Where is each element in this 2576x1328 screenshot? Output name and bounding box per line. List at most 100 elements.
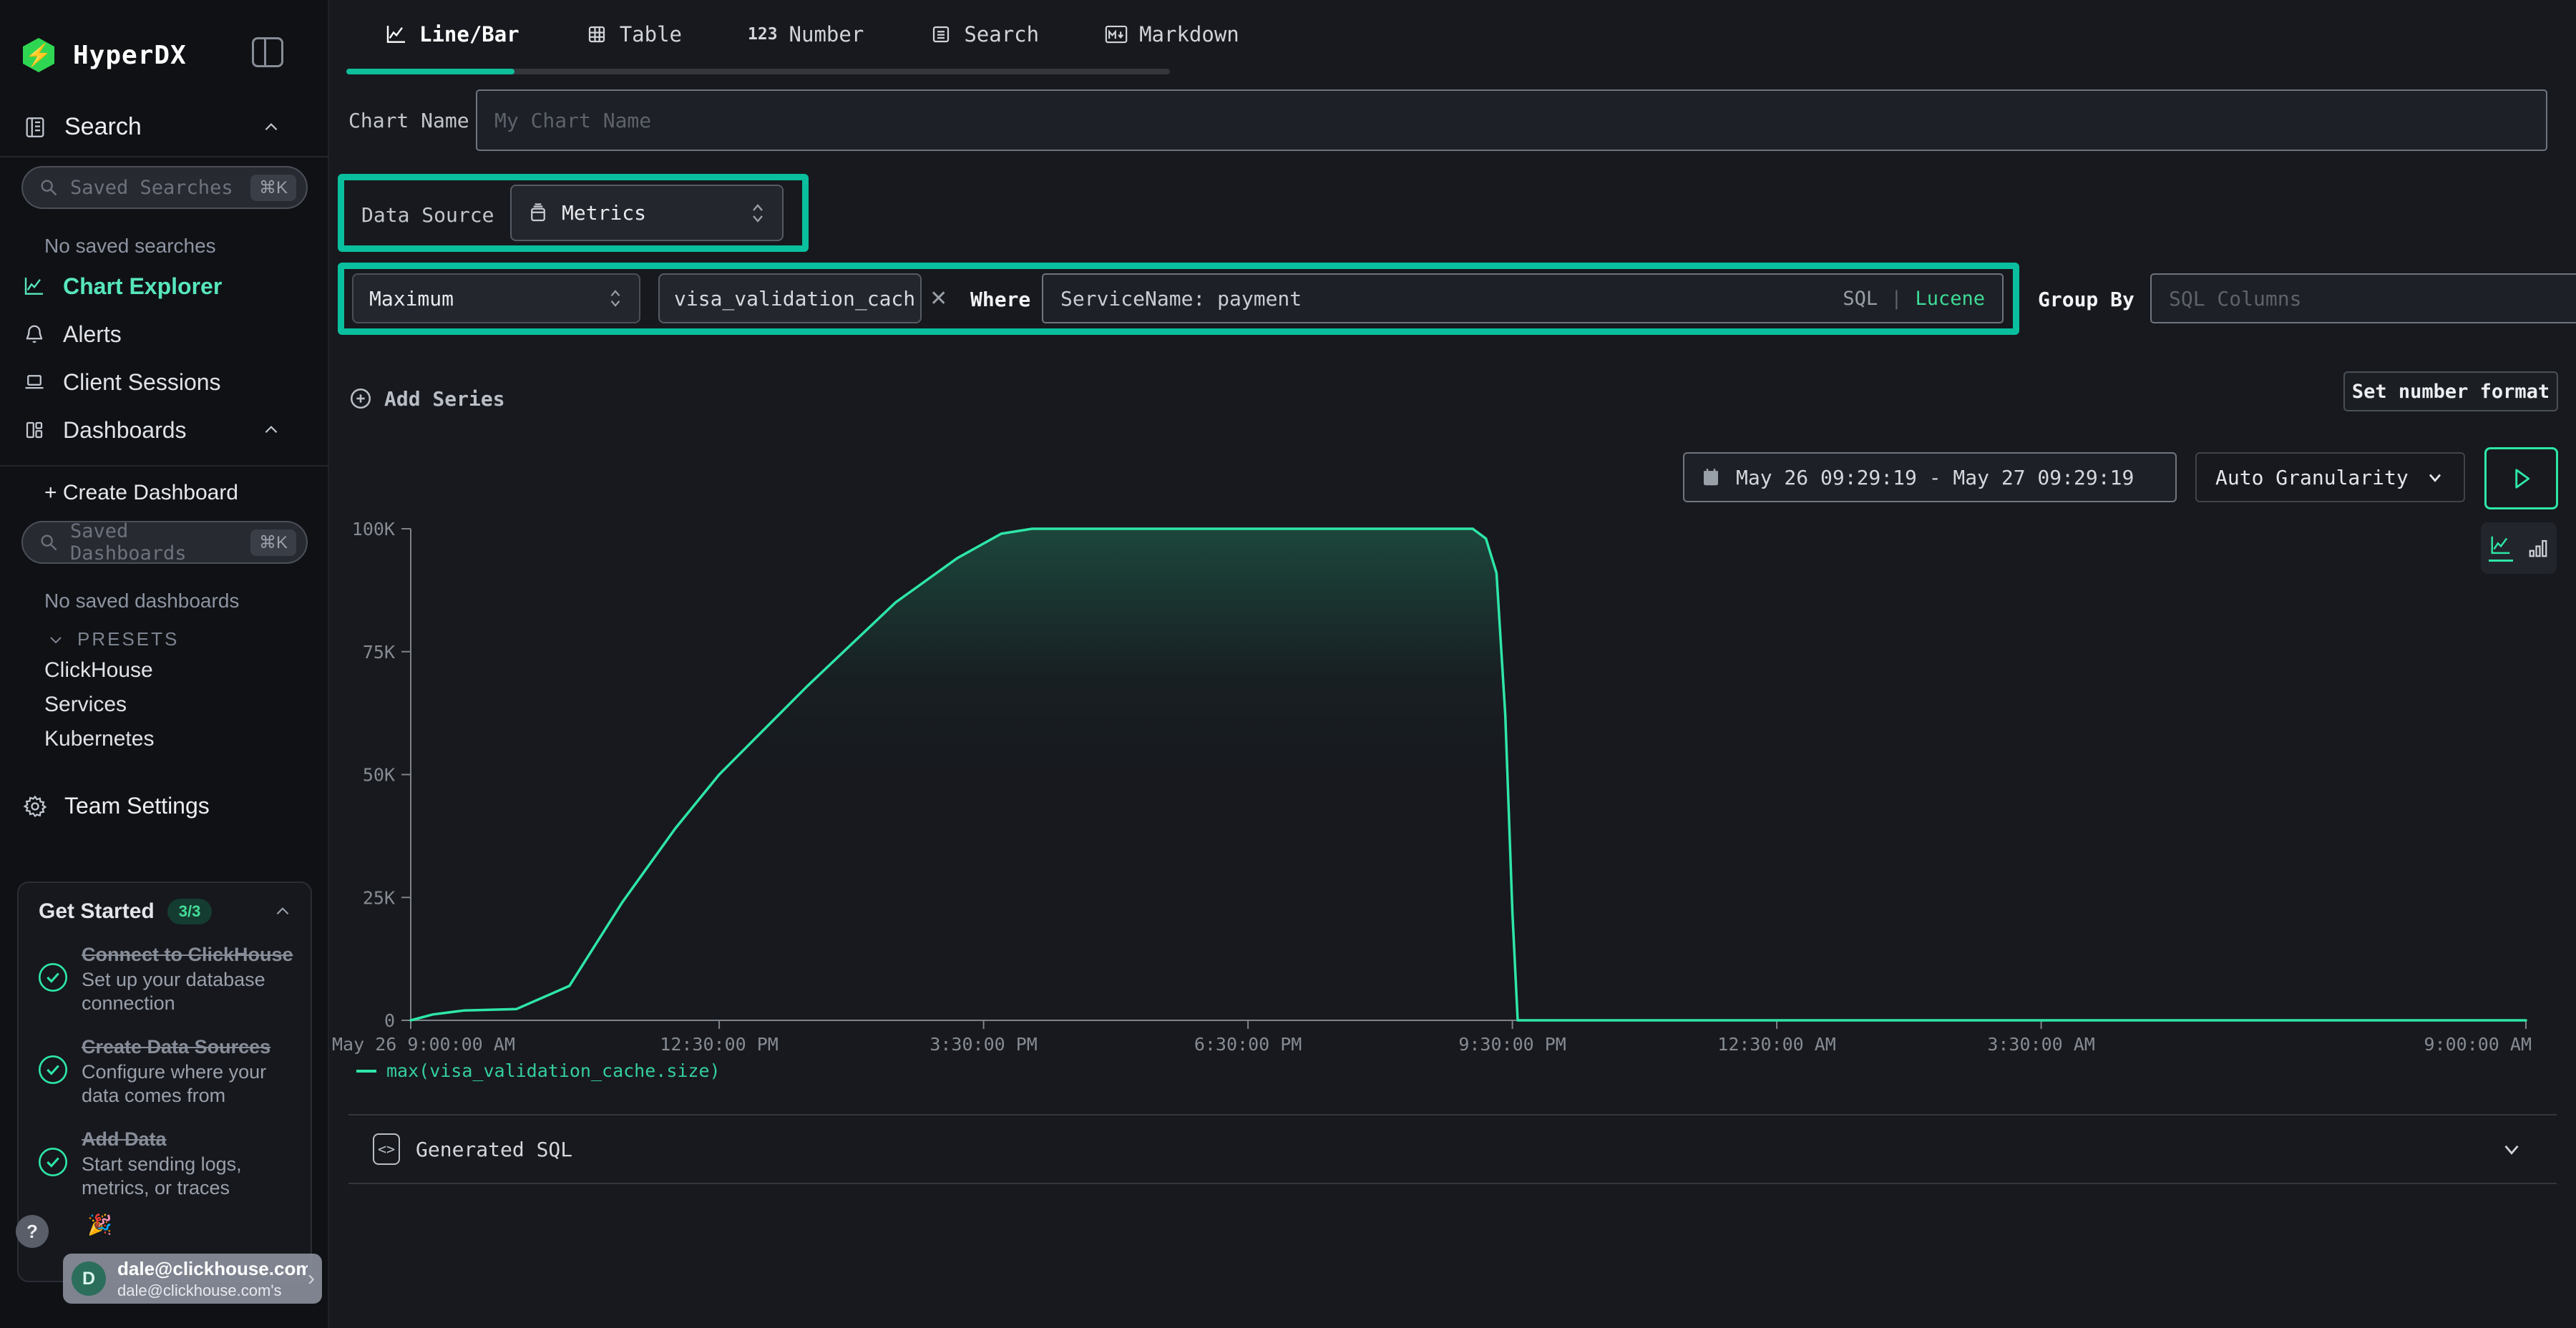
plus-circle-icon <box>348 386 373 411</box>
set-number-format-button[interactable]: Set number format <box>2343 371 2558 411</box>
tab-label: Search <box>964 22 1039 47</box>
list-icon <box>930 24 952 45</box>
play-icon <box>2511 467 2532 491</box>
get-started-item[interactable]: Add DataStart sending logs, metrics, or … <box>19 1113 311 1206</box>
get-started-card: Get Started 3/3 Connect to ClickHouseSet… <box>17 882 312 1282</box>
collapse-sidebar-icon[interactable] <box>252 37 283 67</box>
chevron-up-down-icon <box>749 202 766 224</box>
tab-bar: Line/Bar Table 123 Number Search Markdown <box>329 0 2576 72</box>
create-dashboard-button[interactable]: + Create Dashboard <box>44 481 238 505</box>
series-area-fill <box>411 529 2526 1020</box>
user-org: dale@clickhouse.com's <box>117 1281 308 1300</box>
granularity-select[interactable]: Auto Granularity <box>2195 452 2465 502</box>
y-tick-label: 0 <box>384 1010 395 1031</box>
sidebar-section-search[interactable]: Search <box>23 113 309 141</box>
tab-markdown[interactable]: Markdown <box>1105 22 1239 47</box>
chart-legend: max(visa_validation_cache.size) <box>356 1060 721 1081</box>
tab-label: Markdown <box>1139 22 1239 47</box>
check-circle-icon <box>37 962 69 993</box>
preset-item-services[interactable]: Services <box>44 693 127 717</box>
sidebar-search-label: Search <box>64 113 142 141</box>
y-tick-label: 75K <box>363 642 395 663</box>
tab-underline <box>346 69 1170 74</box>
team-settings-item[interactable]: Team Settings <box>23 793 309 819</box>
x-tick-label: 9:30:00 PM <box>1458 1034 1566 1055</box>
sidebar-item-dashboards[interactable]: Dashboards <box>23 410 309 450</box>
granularity-value: Auto Granularity <box>2215 466 2409 489</box>
close-icon[interactable]: ✕ <box>930 286 947 311</box>
calendar-icon <box>1700 467 1722 488</box>
aggregation-select[interactable]: Maximum <box>352 273 640 323</box>
chart-name-input[interactable]: My Chart Name <box>476 89 2547 151</box>
get-started-item-subtitle: Configure where your data comes from <box>82 1060 296 1108</box>
generated-sql-label: Generated SQL <box>416 1138 572 1161</box>
help-button[interactable]: ? <box>16 1215 49 1248</box>
metric-field-tag[interactable]: visa_validation_cach ✕ <box>658 273 922 323</box>
legend-swatch <box>356 1070 376 1073</box>
add-series-button[interactable]: Add Series <box>348 386 505 411</box>
active-tab-indicator <box>346 69 514 74</box>
where-input[interactable]: ServiceName: payment SQL | Lucene <box>1042 273 2004 323</box>
data-source-value: Metrics <box>562 201 646 225</box>
where-label: Where <box>970 288 1030 311</box>
add-series-label: Add Series <box>384 387 505 411</box>
tab-table[interactable]: Table <box>585 22 682 47</box>
y-tick-label: 25K <box>363 887 395 908</box>
database-icon <box>527 202 549 224</box>
main-panel: Line/BarTable123NumberSearchMarkdown Cha… <box>329 0 2576 1328</box>
app-title: HyperDX <box>73 41 187 70</box>
data-source-select[interactable]: Metrics <box>510 185 784 241</box>
group-by-placeholder: SQL Columns <box>2169 287 2301 311</box>
presets-toggle[interactable]: PRESETS <box>47 628 179 650</box>
chevron-down-icon[interactable] <box>2499 1137 2524 1161</box>
chevron-up-down-icon <box>608 288 623 308</box>
123-icon: 123 <box>748 25 778 44</box>
saved-dashboards-input[interactable]: Saved Dashboards ⌘K <box>21 521 308 564</box>
logo[interactable]: ⚡ HyperDX <box>23 37 309 73</box>
saved-dashboards-placeholder: Saved Dashboards <box>70 520 250 565</box>
tab-line-bar[interactable]: Line/Bar <box>385 22 519 47</box>
get-started-item-subtitle: Set up your database connection <box>82 968 296 1015</box>
bell-icon <box>23 323 46 345</box>
saved-searches-placeholder: Saved Searches <box>70 177 250 199</box>
x-tick-label: 12:30:00 AM <box>1717 1034 1836 1055</box>
user-menu[interactable]: D dale@clickhouse.com dale@clickhouse.co… <box>63 1254 322 1304</box>
shortcut-badge: ⌘K <box>250 175 296 201</box>
sidebar-item-alerts[interactable]: Alerts <box>23 314 309 354</box>
sidebar-item-client-sessions[interactable]: Client Sessions <box>23 362 309 402</box>
x-tick-label: May 26 9:00:00 AM <box>332 1034 515 1055</box>
date-range-picker[interactable]: May 26 09:29:19 - May 27 09:29:19 <box>1683 452 2177 502</box>
x-tick-label: 3:30:00 PM <box>930 1034 1038 1055</box>
preset-item-clickhouse[interactable]: ClickHouse <box>44 658 153 683</box>
sidebar-item-label: Client Sessions <box>63 369 221 396</box>
sidebar-item-label: Dashboards <box>63 417 187 444</box>
chevron-up-icon[interactable] <box>273 902 292 921</box>
preset-item-kubernetes[interactable]: Kubernetes <box>44 727 154 751</box>
tab-label: Line/Bar <box>419 22 519 47</box>
saved-searches-input[interactable]: Saved Searches ⌘K <box>21 166 308 209</box>
group-by-input[interactable]: SQL Columns <box>2150 273 2576 323</box>
table-icon <box>585 24 608 45</box>
tab-number[interactable]: 123 Number <box>748 22 864 47</box>
tab-search[interactable]: Search <box>930 22 1039 47</box>
sql-mode-toggle[interactable]: SQL <box>1843 288 1878 310</box>
chart-name-placeholder: My Chart Name <box>494 109 651 132</box>
chevron-down-icon <box>47 631 64 648</box>
get-started-item[interactable]: Connect to ClickHouseSet up your databas… <box>19 929 311 1021</box>
shortcut-badge: ⌘K <box>250 529 296 556</box>
data-source-label: Data Source <box>361 203 494 227</box>
chart-icon <box>385 24 408 45</box>
x-tick-label: 3:30:00 AM <box>1987 1034 2095 1055</box>
search-icon <box>39 532 59 552</box>
get-started-item-title: Add Data <box>82 1128 296 1151</box>
generated-sql-section[interactable]: <> Generated SQL <box>348 1114 2557 1184</box>
sidebar-item-chart-explorer[interactable]: Chart Explorer <box>23 266 309 306</box>
get-started-title: Get Started <box>39 899 155 924</box>
y-tick-label: 100K <box>352 519 395 540</box>
timeseries-chart[interactable]: 100K75K50K25K0May 26 9:00:00 AM12:30:00 … <box>329 501 2576 1059</box>
get-started-item[interactable]: Create Data SourcesConfigure where your … <box>19 1021 311 1113</box>
tab-label: Number <box>789 22 864 47</box>
run-query-button[interactable] <box>2484 447 2558 509</box>
lucene-mode-toggle[interactable]: Lucene <box>1915 288 1985 310</box>
presets-label: PRESETS <box>77 628 179 650</box>
